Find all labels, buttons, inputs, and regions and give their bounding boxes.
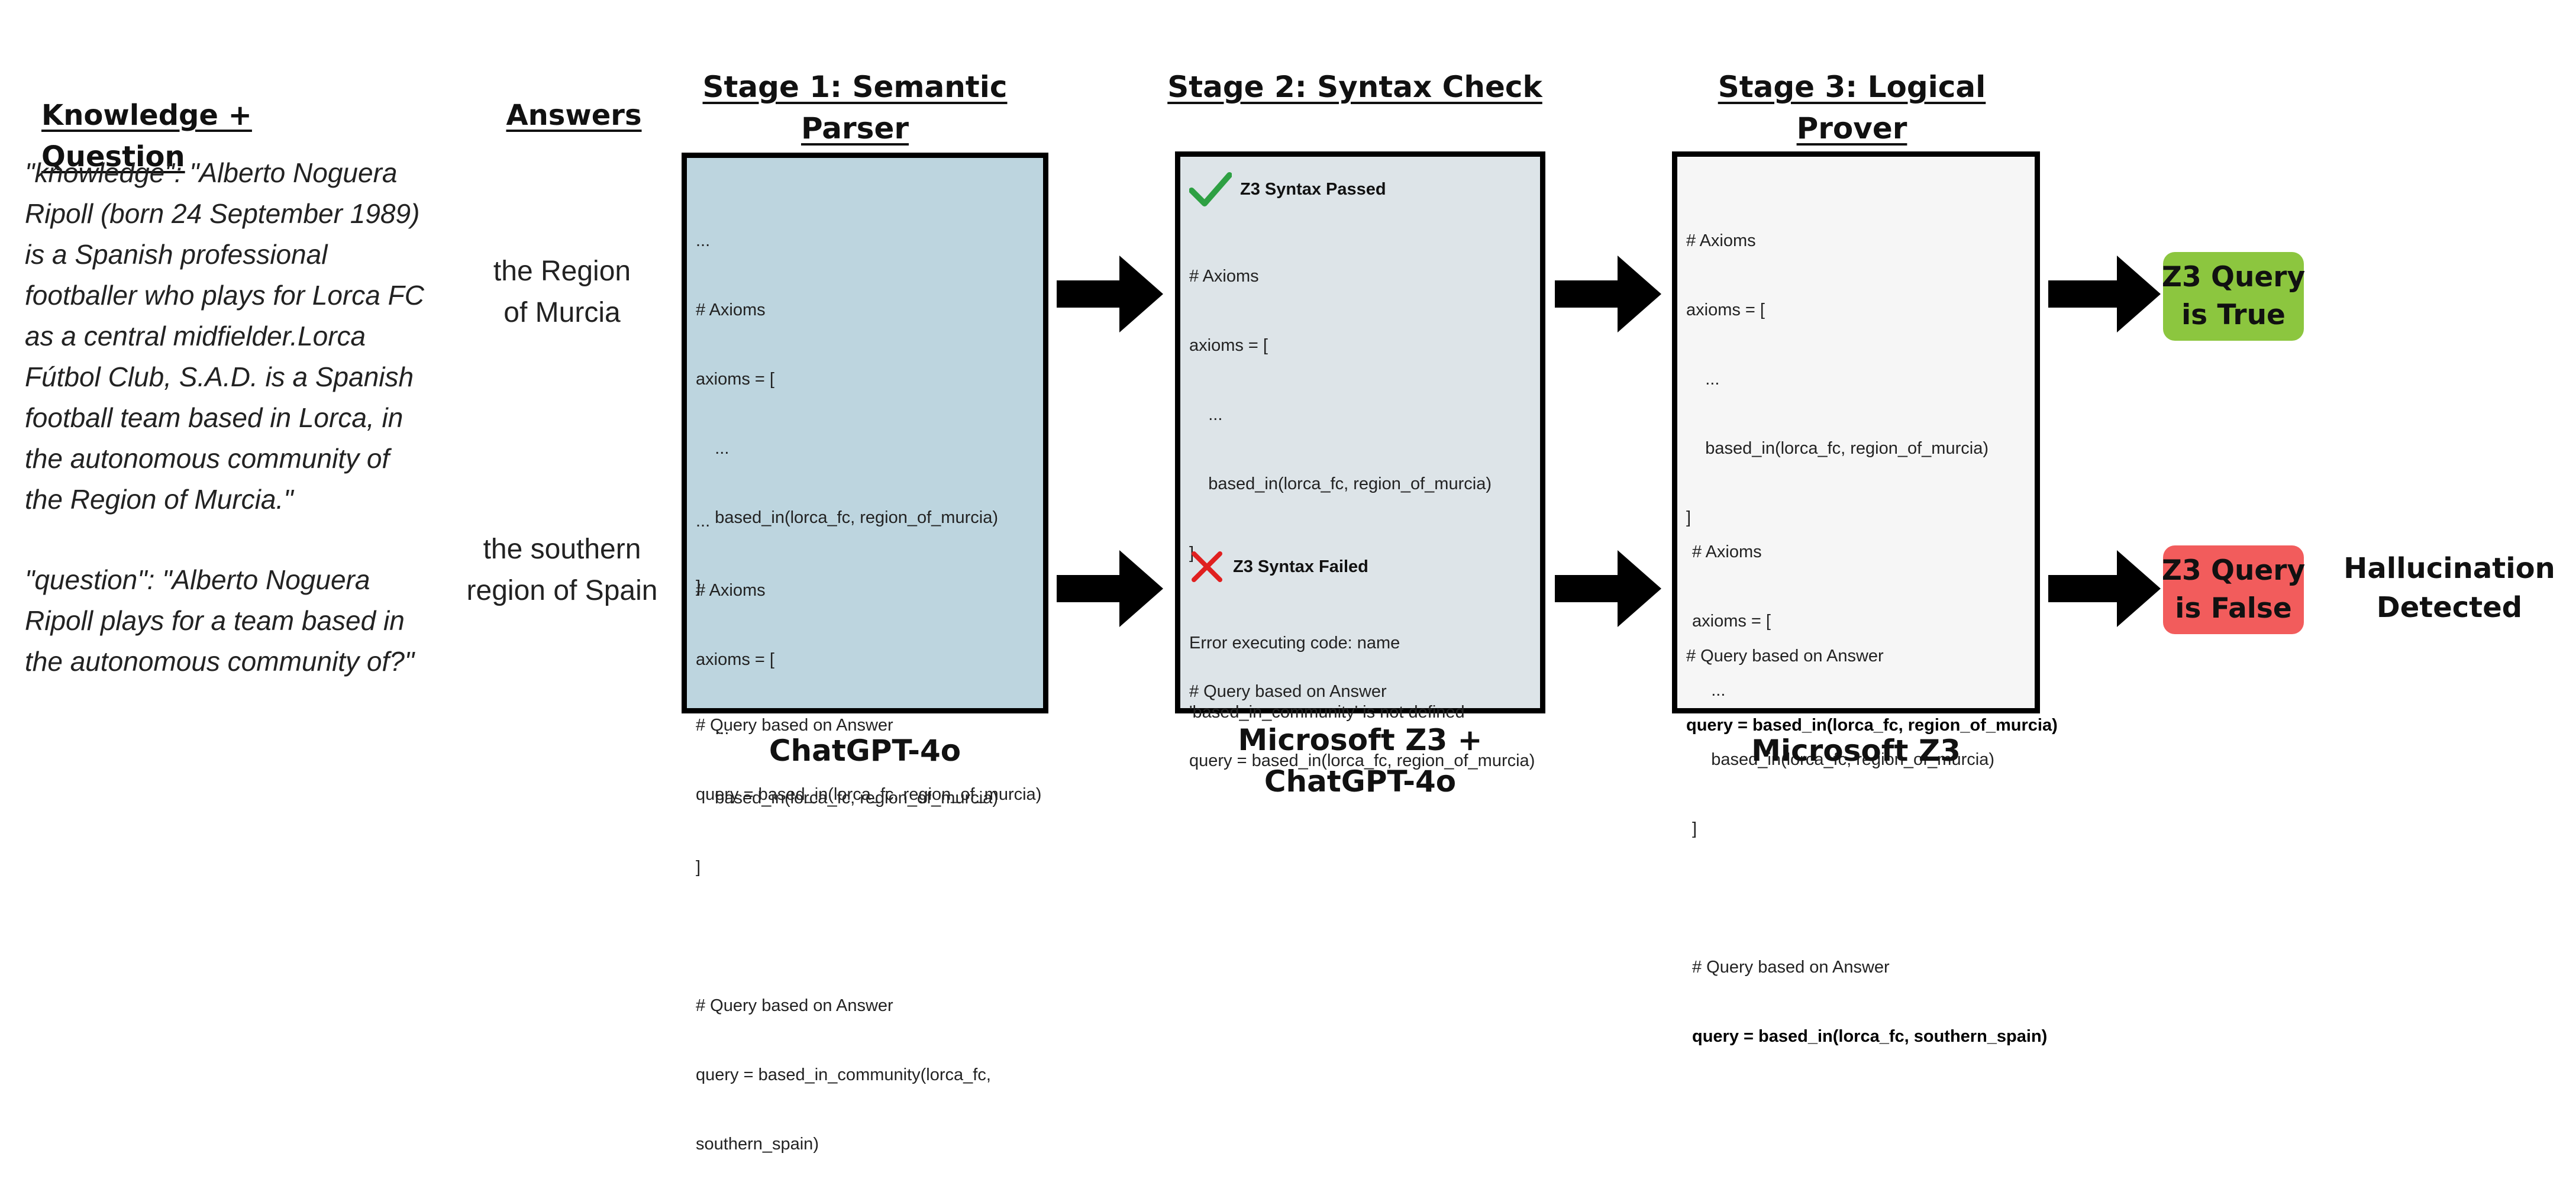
code-line: # Axioms: [696, 301, 766, 319]
code-line: axioms = [: [1686, 301, 1765, 319]
question-text: "question": "Alberto Noguera Ripoll play…: [25, 564, 415, 677]
code-line: # Query based on Answer: [1692, 958, 1890, 977]
check-mark-icon: [1189, 172, 1232, 206]
code-line: # Axioms: [1189, 267, 1259, 286]
arrow-stage1-to-stage2-top-icon: [1057, 256, 1163, 332]
code-line: ...: [696, 231, 711, 250]
code-line: # Axioms: [1686, 231, 1756, 250]
syntax-pass-row: Z3 Syntax Passed: [1189, 170, 1386, 208]
arrow-stage3-to-true-icon: [2048, 256, 2161, 332]
arrow-stage2-to-stage3-top-icon: [1555, 256, 1661, 332]
code-line: axioms = [: [1692, 612, 1771, 631]
code-line: ]: [696, 858, 701, 877]
stage1-bottom-code: ... # Axioms axioms = [ ... based_in(lor…: [696, 464, 998, 1179]
cross-mark-icon: [1192, 551, 1222, 582]
syntax-fail-label: Z3 Syntax Failed: [1233, 557, 1368, 576]
arrow-stage2-to-stage3-bottom-icon: [1555, 550, 1661, 627]
arrow-stage3-to-false-icon: [2048, 550, 2161, 627]
stage2-tool-label: Microsoft Z3 + ChatGPT-4o: [1238, 723, 1483, 799]
code-line: # Query based on Answer: [696, 996, 893, 1015]
code-line: ...: [696, 512, 711, 531]
answer-correct: the Region of Murcia: [493, 256, 631, 328]
syntax-fail-row: Z3 Syntax Failed: [1190, 549, 1368, 584]
stage3-tool-label: Microsoft Z3: [1751, 734, 1961, 768]
code-line: based_in(lorca_fc, region_of_murcia): [1686, 439, 1989, 458]
arrow-stage1-to-stage2-bottom-icon: [1057, 550, 1163, 627]
query-line: query = based_in(lorca_fc, southern_spai…: [1692, 1027, 2048, 1046]
code-line: ]: [1692, 819, 1697, 838]
code-line: southern_spain): [696, 1135, 819, 1154]
code-line: axioms = [: [1189, 336, 1268, 355]
stage2-heading: Stage 2: Syntax Check: [1167, 70, 1542, 104]
code-line: ...: [1692, 681, 1726, 700]
code-line: axioms = [: [696, 650, 774, 669]
result-true-badge: Z3 Query is True: [2162, 252, 2305, 341]
stage1-tool-label: ChatGPT-4o: [769, 734, 961, 768]
code-line: axioms = [: [696, 370, 774, 389]
code-line: based_in(lorca_fc, region_of_murcia): [696, 789, 998, 807]
stage3-heading: Stage 3: Logical Prover: [1718, 70, 1986, 146]
stage3-bottom-code: # Axioms axioms = [ ... based_in(lorca_f…: [1692, 495, 2047, 1071]
code-line: # Axioms: [1692, 542, 1762, 561]
result-false-badge: Z3 Query is False: [2162, 545, 2305, 634]
stage1-heading: Stage 1: Semantic Parser: [702, 70, 1008, 146]
code-line: # Axioms: [696, 581, 766, 600]
code-line: ...: [1189, 405, 1223, 424]
code-line: ...: [696, 439, 729, 458]
code-line: query = based_in_community(lorca_fc,: [696, 1065, 991, 1084]
code-line: based_in(lorca_fc, region_of_murcia): [1189, 474, 1492, 493]
syntax-pass-label: Z3 Syntax Passed: [1240, 179, 1386, 199]
answer-incorrect: the southern region of Spain: [466, 534, 658, 606]
answers-heading: Answers: [506, 99, 642, 132]
hallucination-detected-label: Hallucination Detected: [2343, 552, 2555, 624]
error-line: Error executing code: name: [1189, 634, 1400, 653]
knowledge-text: "knowledge": "Alberto Noguera Ripoll (bo…: [25, 157, 424, 515]
code-line: ...: [1686, 370, 1720, 389]
